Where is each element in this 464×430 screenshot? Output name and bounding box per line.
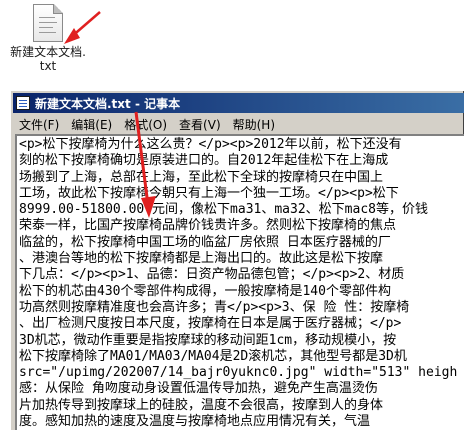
notepad-window: 新建文本文档.txt - 记事本 文件(F) 编辑(E) 格式(O) 查看(V)… xyxy=(10,90,464,430)
text-line: 临盆的，松下按摩椅中国工场的临盆厂房依照 日本医疗器械的厂 xyxy=(19,234,391,250)
text-editor-area[interactable]: <p>松下按摩椅为什么这么贵？</p><p>2012年以前，松下还没有 刻的松下… xyxy=(15,134,464,430)
text-line: 感：从保险 角吻度动身设置低温传导加热，避免产生高温烫伤 xyxy=(19,381,378,397)
text-line: 工场，故此松下按摩椅今朝只有上海一个独一工场。</p><p>松下 xyxy=(19,185,399,201)
menu-format[interactable]: 格式(O) xyxy=(118,116,173,133)
text-line: 松下按摩椅除了MA01/MA03/MA04是2D滚机芯，其他型号都是3D机 xyxy=(19,348,407,364)
text-line: 度。感知加热的速度及温度与按摩椅地点应用情况有关，气温 xyxy=(19,414,371,430)
text-line: 刻的松下按摩椅确切是原装进口的。自2012年起佳松下在上海成 xyxy=(19,153,389,169)
text-line: src="/upimg/202007/14_bajr0yuknc0.jpg" w… xyxy=(19,365,458,381)
menu-edit[interactable]: 编辑(E) xyxy=(65,116,118,133)
window-title: 新建文本文档.txt - 记事本 xyxy=(35,96,181,111)
menu-bar: 文件(F) 编辑(E) 格式(O) 查看(V) 帮助(H) xyxy=(13,115,464,133)
desktop-file-icon[interactable]: 新建文本文档.txt xyxy=(10,4,86,73)
text-line: 片加热传导到按摩球上的硅胶，温度不会很高，按摩到人的身体 xyxy=(19,397,384,413)
text-line: <p>松下按摩椅为什么这么贵？</p><p>2012年以前，松下还没有 xyxy=(19,137,402,152)
notepad-icon xyxy=(16,96,30,110)
text-file-icon xyxy=(33,4,63,42)
menu-help[interactable]: 帮助(H) xyxy=(227,116,281,133)
text-line: 、港澳台等地的松下按摩椅都是上海出口的。故此这是松下按摩 xyxy=(19,251,384,267)
text-line: 、出厂检测尺度按日本尺度，按摩椅在日本是属于医疗器械；</p> xyxy=(19,316,402,332)
text-line: 8999.00-51800.00 元间，像松下ma31、ma32、松下mac8等… xyxy=(19,202,428,218)
menu-view[interactable]: 查看(V) xyxy=(173,116,227,133)
title-bar[interactable]: 新建文本文档.txt - 记事本 xyxy=(13,93,464,113)
text-line: 3D机芯，微动作重要是指按摩球的移动间距1cm，移动规模小，按 xyxy=(19,332,397,348)
text-line: 荣泰一样，比国产按摩椅品牌价钱贵许多。然则松下按摩椅的焦点 xyxy=(19,218,397,234)
menu-file[interactable]: 文件(F) xyxy=(13,116,65,133)
text-line: 松下的机芯由430个零部件构成得，一般按摩椅是140个零部件构 xyxy=(19,283,391,299)
text-line: 下几点：</p><p>1、品德：日资产物品德包管；</p><p>2、材质 xyxy=(19,267,405,283)
text-line: 场搬到了上海，总部在上海，至此松下全球的按摩椅只在中国上 xyxy=(19,169,384,185)
desktop-file-label: 新建文本文档.txt xyxy=(10,45,86,73)
text-line: 功高然则按摩精准度也会高许多；青</p><p>3、保 险 性：按摩椅 xyxy=(19,299,410,315)
